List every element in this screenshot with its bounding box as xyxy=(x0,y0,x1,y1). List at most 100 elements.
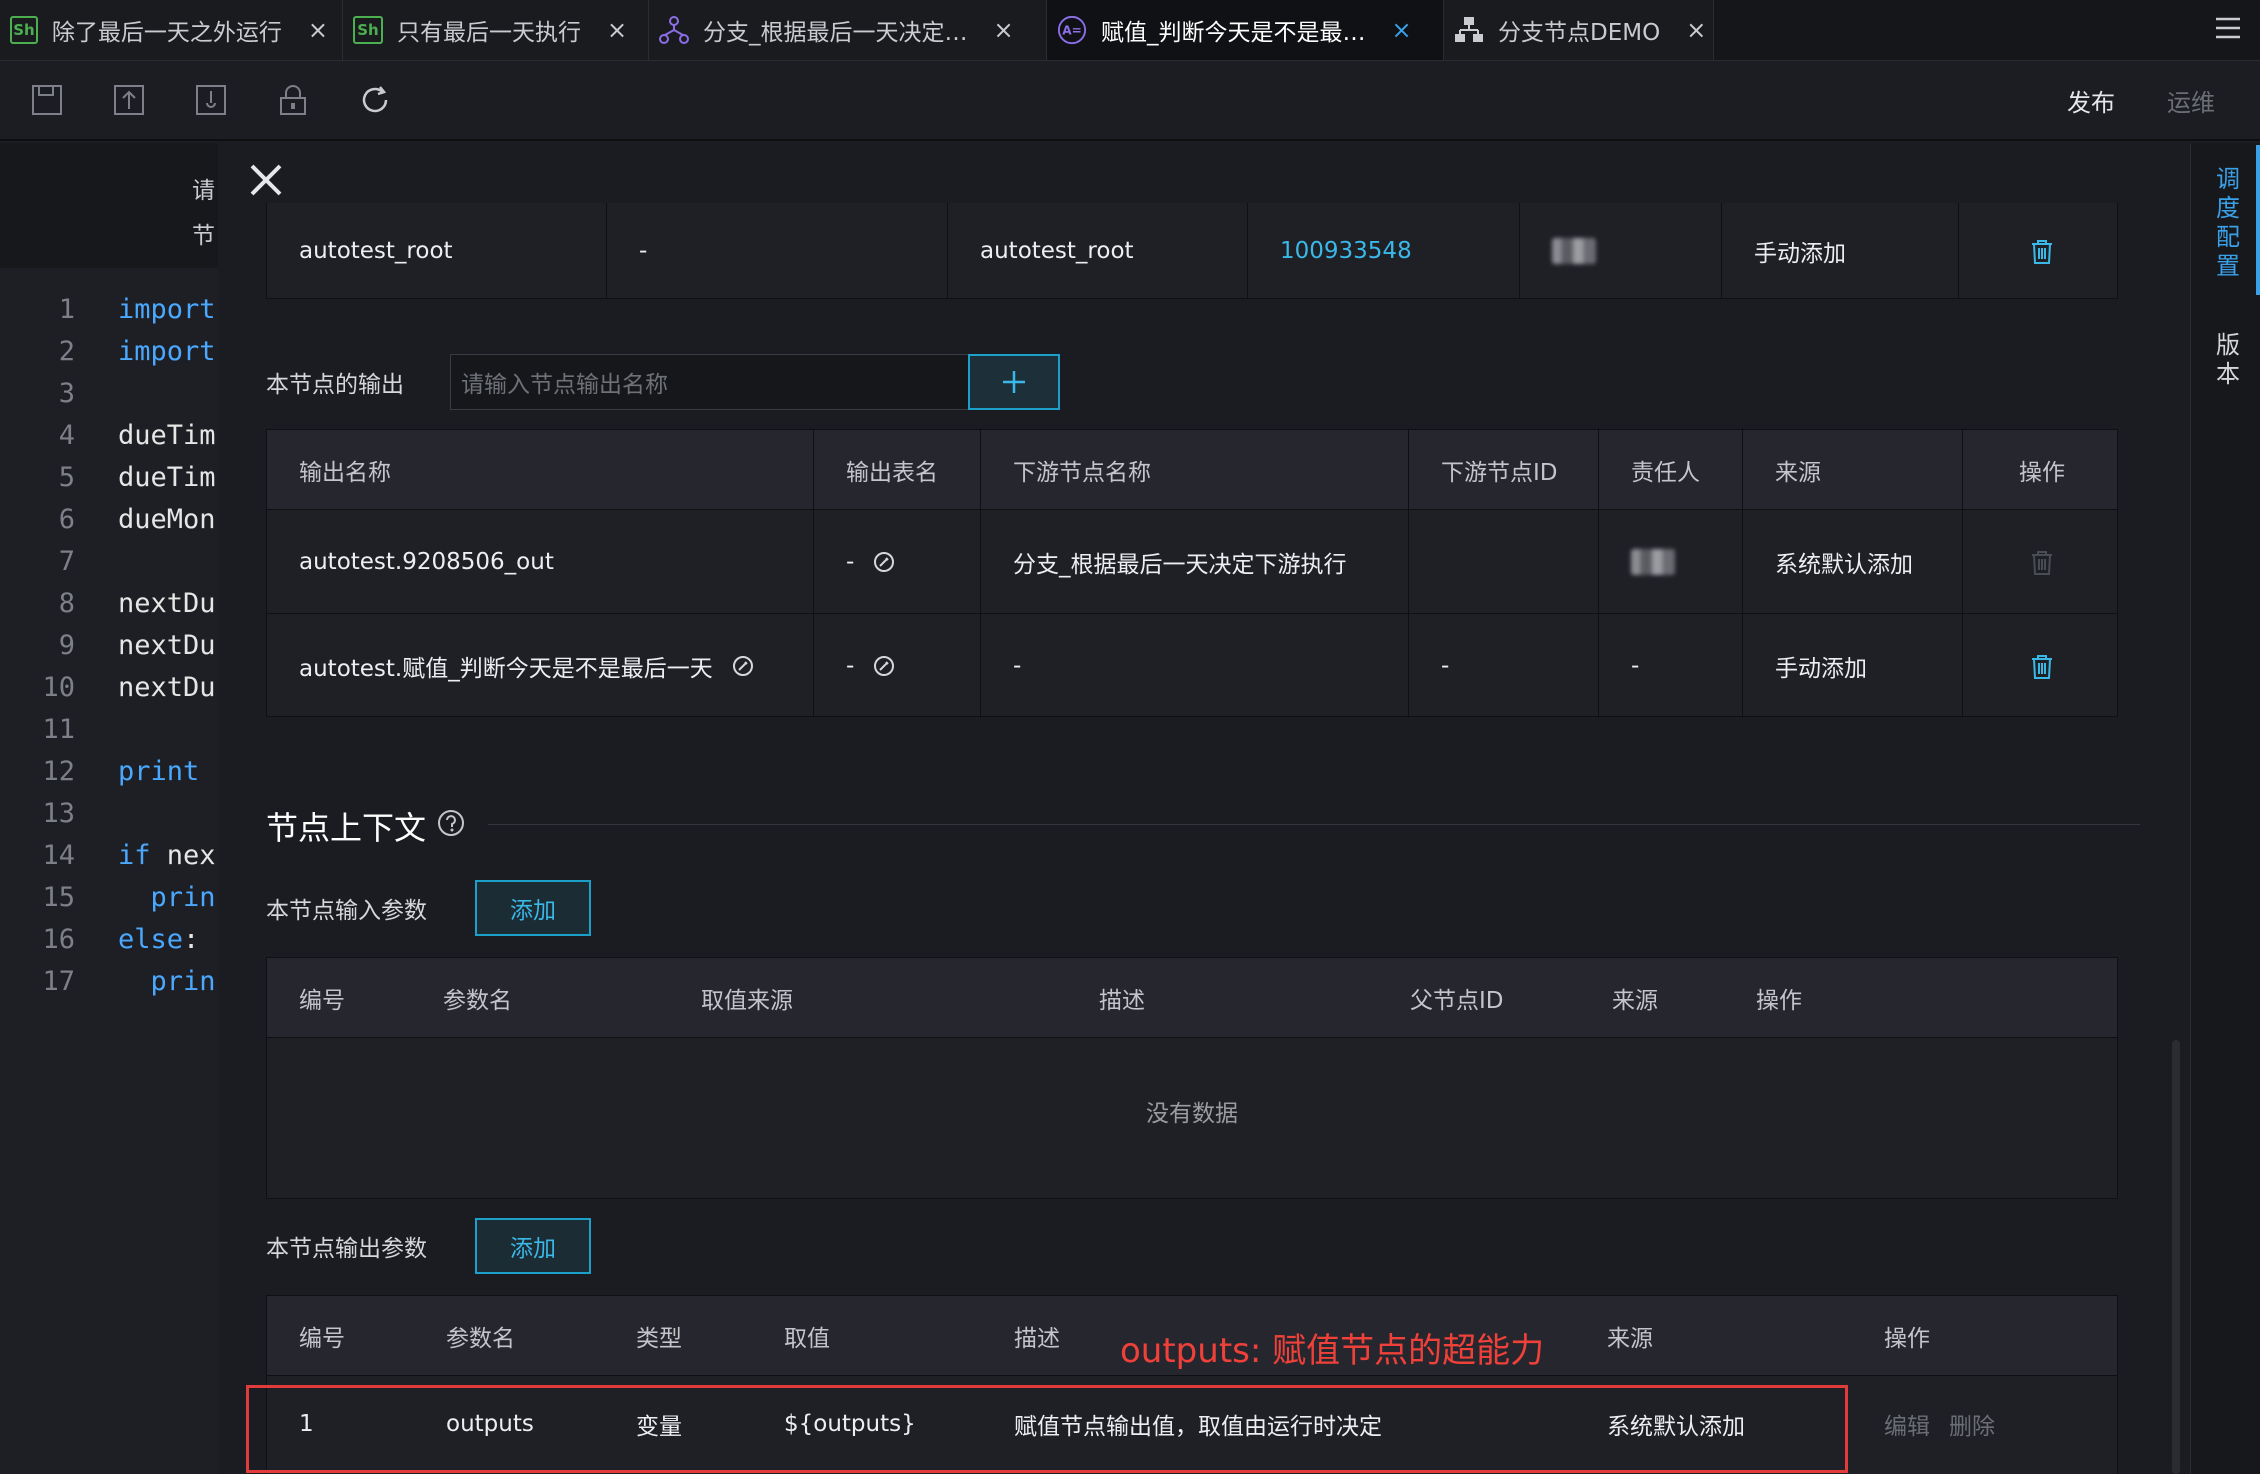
code-line: 14 if nex xyxy=(0,834,218,876)
trash-icon[interactable] xyxy=(2027,236,2057,266)
drawer-scrollbar[interactable] xyxy=(2172,1040,2180,1474)
code-line: 13 xyxy=(0,792,218,834)
col-param-name: 参数名 xyxy=(443,987,512,1014)
tab-label: 除了最后一天之外运行 xyxy=(51,20,282,46)
trash-icon[interactable] xyxy=(2027,651,2057,681)
delete-button[interactable] xyxy=(1959,203,2119,299)
output-table-name: - xyxy=(846,548,855,575)
submit-icon[interactable] xyxy=(112,83,146,117)
tab-branch-by-last-day[interactable]: 分支_根据最后一天决定… × xyxy=(649,0,1047,60)
code-text: nextDu xyxy=(118,587,216,619)
tab-run-only-last-day[interactable]: Sh 只有最后一天执行 × xyxy=(343,0,649,60)
col-action: 操作 xyxy=(2019,459,2065,486)
sidebar-item-schedule-config[interactable]: 调度配置 xyxy=(2213,165,2243,281)
col-source: 来源 xyxy=(1607,1325,1653,1352)
source: 手动添加 xyxy=(1722,203,1959,299)
col-downstream-id: 下游节点ID xyxy=(1409,430,1599,509)
col-no: 编号 xyxy=(299,987,345,1014)
code-line: 12 print xyxy=(0,750,218,792)
code-line: 10 nextDu xyxy=(0,666,218,708)
close-icon[interactable]: × xyxy=(994,16,1014,44)
help-icon[interactable] xyxy=(436,808,466,838)
refresh-icon[interactable] xyxy=(358,83,392,117)
add-output-param-button[interactable]: 添加 xyxy=(475,1218,591,1274)
publish-button[interactable]: 发布 xyxy=(2067,83,2115,118)
steal-lock-icon[interactable] xyxy=(194,83,228,117)
col-action: 操作 xyxy=(1756,987,1802,1014)
table-row: autotest.9208506_out - 分支_根据最后一天决定下游执行 系… xyxy=(267,510,2117,614)
close-icon[interactable]: × xyxy=(1686,16,1706,44)
close-icon[interactable]: × xyxy=(308,16,328,44)
edit-icon[interactable] xyxy=(872,550,896,574)
code-line: 4 dueTim xyxy=(0,414,218,456)
tab-branch-demo[interactable]: 分支节点DEMO × xyxy=(1444,0,1714,60)
tab-run-except-last-day[interactable]: Sh 除了最后一天之外运行 × xyxy=(0,0,343,60)
save-icon[interactable] xyxy=(30,83,64,117)
section-divider xyxy=(488,824,2140,825)
col-value-source: 取值来源 xyxy=(701,987,793,1014)
code-line: 16 else: xyxy=(0,918,218,960)
input-params-label: 本节点输入参数 xyxy=(266,898,427,924)
tab-label: 只有最后一天执行 xyxy=(397,20,581,46)
col-owner: 责任人 xyxy=(1599,430,1743,509)
table-header: 编号 参数名 取值来源 描述 父节点ID 来源 操作 xyxy=(267,958,2117,1038)
code-text: prin xyxy=(118,881,216,913)
col-output-name: 输出名称 xyxy=(267,430,814,509)
add-input-param-button[interactable]: 添加 xyxy=(475,880,591,936)
code-line: 5 dueTim xyxy=(0,456,218,498)
col-source: 来源 xyxy=(1612,987,1658,1014)
svg-text:A=: A= xyxy=(1062,24,1082,38)
delete-button-disabled xyxy=(1963,510,2119,613)
annotation-text: outputs: 赋值节点的超能力 xyxy=(1120,1331,1545,1371)
empty-state: 没有数据 xyxy=(1146,1101,1238,1127)
col-parent-node-id: 父节点ID xyxy=(1410,987,1504,1014)
code-line: 17 prin xyxy=(0,960,218,1002)
menu-icon[interactable] xyxy=(2214,14,2242,42)
add-output-button[interactable] xyxy=(968,354,1060,410)
toolbar: 发布 运维 xyxy=(0,61,2260,141)
col-output-table: 输出表名 xyxy=(814,430,981,509)
line-number: 1 xyxy=(58,293,75,325)
code-line: 3 xyxy=(0,372,218,414)
code-text: nextDu xyxy=(118,671,216,703)
code-line: 7 xyxy=(0,540,218,582)
line-number: 16 xyxy=(42,923,75,955)
code-line: 6 dueMon xyxy=(0,498,218,540)
col-description: 描述 xyxy=(1099,987,1145,1014)
code-line: 8 nextDu xyxy=(0,582,218,624)
highlight-box xyxy=(246,1385,1848,1473)
input-params-table: 编号 参数名 取值来源 描述 父节点ID 来源 操作 没有数据 xyxy=(266,957,2118,1199)
close-icon[interactable] xyxy=(246,160,286,200)
edit-icon[interactable] xyxy=(872,654,896,678)
source: 手动添加 xyxy=(1743,614,1963,718)
downstream-node-id: - xyxy=(1409,614,1599,718)
output-table-name: - xyxy=(846,653,855,679)
edit-icon[interactable] xyxy=(731,654,755,678)
editor-header-line: 请 xyxy=(192,178,215,204)
output-name-input[interactable]: 请输入节点输出名称 xyxy=(450,354,968,410)
tab-label: 分支_根据最后一天决定… xyxy=(703,20,968,46)
downstream-node-id xyxy=(1409,510,1599,613)
col-action: 操作 xyxy=(1884,1325,1930,1352)
tab-label: 分支节点DEMO xyxy=(1498,20,1661,46)
col-no: 编号 xyxy=(299,1325,345,1352)
output-params-label: 本节点输出参数 xyxy=(266,1236,427,1262)
line-number: 11 xyxy=(42,713,75,745)
table-header: 输出名称 输出表名 下游节点名称 下游节点ID 责任人 来源 操作 xyxy=(267,430,2117,510)
col-value: 取值 xyxy=(784,1325,830,1352)
line-number: 7 xyxy=(58,545,75,577)
upstream-node-id-link[interactable]: 100933548 xyxy=(1248,203,1520,299)
tab-assign-is-last-day[interactable]: A= 赋值_判断今天是不是最… × xyxy=(1047,0,1444,60)
assignment-node-icon: A= xyxy=(1057,15,1087,45)
ops-button[interactable]: 运维 xyxy=(2167,83,2215,118)
close-icon[interactable]: × xyxy=(607,16,627,44)
line-number: 10 xyxy=(42,671,75,703)
line-number: 15 xyxy=(42,881,75,913)
close-icon[interactable]: × xyxy=(1392,16,1412,44)
code-editor[interactable]: 请 节 1 import 2 import 3 4 dueTim 5 dueTim 6 dueMon… xyxy=(0,143,218,1474)
delete-button[interactable] xyxy=(1963,614,2119,718)
line-number: 8 xyxy=(58,587,75,619)
lock-icon[interactable] xyxy=(276,83,310,117)
sidebar-item-version[interactable]: 版本 xyxy=(2213,331,2243,389)
code-text: dueTim xyxy=(118,419,216,451)
